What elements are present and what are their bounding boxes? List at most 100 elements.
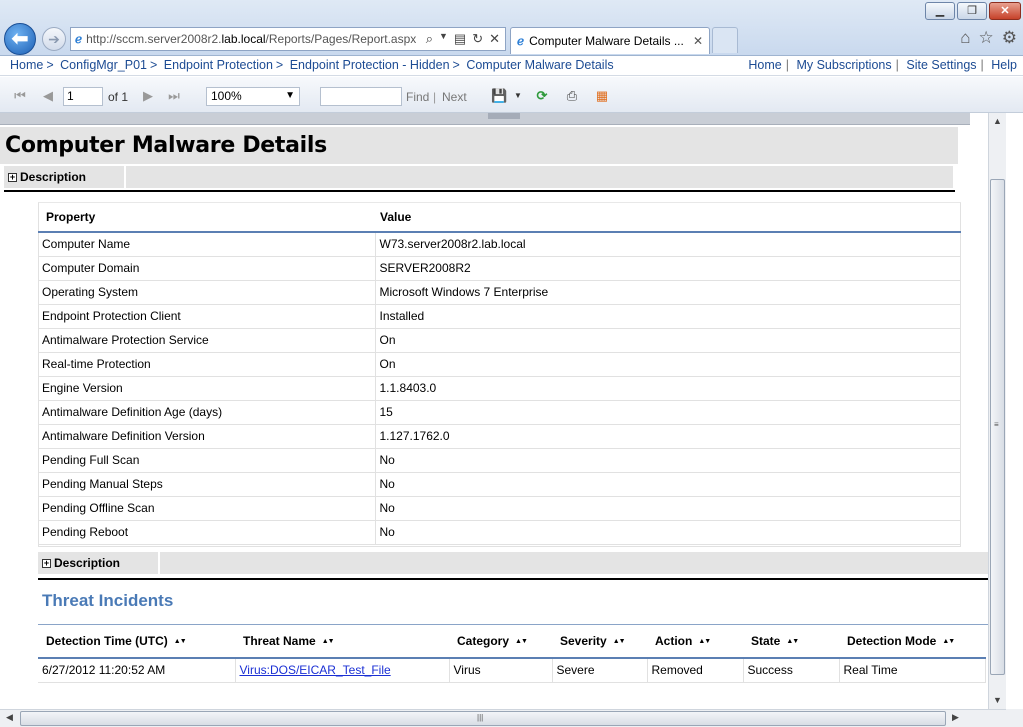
tools-gear-icon[interactable]: ⚙ xyxy=(1002,28,1017,48)
address-bar[interactable]: ℯ http://sccm.server2008r2.lab.local/Rep… xyxy=(70,27,506,51)
property-name: Antimalware Definition Version xyxy=(38,424,376,449)
sort-arrows-icon[interactable]: ▲▼ xyxy=(515,638,528,645)
browser-command-icons: ⌂ ☆ ⚙ xyxy=(960,28,1017,48)
tab-close-icon[interactable]: ✕ xyxy=(693,34,703,48)
sort-arrows-icon[interactable]: ▲▼ xyxy=(786,638,799,645)
column-header-label: Detection Time (UTC) xyxy=(46,634,168,648)
vertical-scrollbar[interactable]: ▲ ≡ ▼ xyxy=(988,113,1006,709)
breadcrumb-endpoint-protection-hidden[interactable]: Endpoint Protection - Hidden xyxy=(290,58,450,72)
threat-column-header[interactable]: Action ▲▼ xyxy=(647,625,743,659)
threat-column-header[interactable]: Detection Mode ▲▼ xyxy=(839,625,985,659)
tab-favicon: ℯ xyxy=(517,34,525,48)
threat-column-header[interactable]: State ▲▼ xyxy=(743,625,839,659)
property-name: Engine Version xyxy=(38,376,376,401)
zoom-value: 100% xyxy=(211,89,242,103)
forward-button[interactable]: ➔ xyxy=(42,27,66,51)
property-row: Antimalware Definition Version 1.127.1762… xyxy=(38,424,961,449)
properties-table: Property Value Computer Name W73.server20… xyxy=(38,202,961,545)
breadcrumb-current[interactable]: Computer Malware Details xyxy=(466,58,613,72)
dropdown-arrow-icon[interactable]: ▼ xyxy=(439,31,448,47)
properties-header-row: Property Value xyxy=(38,202,961,233)
next-button[interactable]: Next xyxy=(442,90,467,104)
home-icon[interactable]: ⌂ xyxy=(960,28,970,48)
value-column-header: Value xyxy=(375,202,961,233)
detection-time: 6/27/2012 11:20:52 AM xyxy=(38,658,236,683)
favorites-star-icon[interactable]: ☆ xyxy=(979,28,994,48)
print-icon[interactable]: ⎙ xyxy=(564,88,580,104)
report-content: Computer Malware Details + Description P… xyxy=(0,113,988,709)
compatibility-view-icon[interactable]: ▤ xyxy=(454,31,466,47)
previous-page-icon[interactable]: ◀ xyxy=(40,88,56,104)
property-name: Computer Domain xyxy=(38,256,376,281)
scroll-up-icon[interactable]: ▲ xyxy=(989,113,1006,130)
sort-arrows-icon[interactable]: ▲▼ xyxy=(698,638,711,645)
threats-table: Detection Time (UTC) ▲▼ Threat Name ▲▼ Categ… xyxy=(38,625,986,683)
stop-icon[interactable]: ✕ xyxy=(489,31,500,47)
property-row: Pending Full Scan No xyxy=(38,448,961,473)
column-header-label: Action xyxy=(655,634,693,648)
export-dropdown-icon[interactable]: ▼ xyxy=(510,88,526,104)
collapse-handle[interactable] xyxy=(488,113,520,119)
horizontal-scrollbar[interactable]: ◀ ||| ▶ xyxy=(0,709,1006,727)
window-controls: ▁ ❐ ✕ xyxy=(923,2,1021,20)
threat-name-link[interactable]: Virus:DOS/EICAR_Test_File xyxy=(240,663,391,677)
sort-arrows-icon[interactable]: ▲▼ xyxy=(322,638,335,645)
property-value: On xyxy=(375,328,961,353)
expand-plus-icon[interactable]: + xyxy=(8,172,17,182)
breadcrumb-configmgr[interactable]: ConfigMgr_P01 xyxy=(60,58,147,72)
property-value: 1.1.8403.0 xyxy=(375,376,961,401)
home-link[interactable]: Home xyxy=(748,58,781,72)
next-page-icon[interactable]: ▶ xyxy=(140,88,156,104)
help-link[interactable]: Help xyxy=(991,58,1017,72)
minimize-button[interactable]: ▁ xyxy=(925,2,955,20)
address-url[interactable]: http://sccm.server2008r2.lab.local/Repor… xyxy=(86,32,416,46)
find-input[interactable] xyxy=(320,87,402,106)
sort-arrows-icon[interactable]: ▲▼ xyxy=(174,638,187,645)
export-save-icon[interactable]: 💾 xyxy=(491,88,507,104)
parameters-collapse-strip[interactable] xyxy=(0,113,970,125)
scroll-down-icon[interactable]: ▼ xyxy=(989,692,1006,709)
restore-button[interactable]: ❐ xyxy=(957,2,987,20)
scroll-left-icon[interactable]: ◀ xyxy=(6,712,13,723)
property-row: Antimalware Protection Service On xyxy=(38,328,961,353)
property-name: Pending Full Scan xyxy=(38,448,376,473)
horizontal-scroll-thumb[interactable]: ||| xyxy=(20,711,946,726)
atom-feed-icon[interactable]: ▦ xyxy=(594,88,610,104)
refresh-icon[interactable]: ↻ xyxy=(472,31,483,47)
description-toggle[interactable]: + Description xyxy=(4,166,953,188)
first-page-icon[interactable]: ⏮ xyxy=(12,88,28,104)
find-button[interactable]: Find xyxy=(406,90,429,104)
sort-arrows-icon[interactable]: ▲▼ xyxy=(613,638,626,645)
property-row: Computer Domain SERVER2008R2 xyxy=(38,256,961,281)
action: Removed xyxy=(647,658,744,683)
breadcrumb-home[interactable]: Home xyxy=(10,58,43,72)
property-name: Antimalware Protection Service xyxy=(38,328,376,353)
property-value: Microsoft Windows 7 Enterprise xyxy=(375,280,961,305)
threat-column-header[interactable]: Severity ▲▼ xyxy=(552,625,647,659)
my-subscriptions-link[interactable]: My Subscriptions xyxy=(796,58,891,72)
threat-column-header[interactable]: Threat Name ▲▼ xyxy=(235,625,449,659)
refresh-report-icon[interactable]: ⟳ xyxy=(534,88,550,104)
property-row: Pending Reboot No xyxy=(38,520,961,545)
site-settings-link[interactable]: Site Settings xyxy=(906,58,976,72)
property-column-header: Property xyxy=(38,202,375,233)
search-icon[interactable]: ⌕ xyxy=(426,31,433,47)
breadcrumb-endpoint-protection[interactable]: Endpoint Protection xyxy=(164,58,273,72)
expand-plus-icon[interactable]: + xyxy=(42,558,51,568)
back-button[interactable]: ⬅ xyxy=(4,23,36,55)
sort-arrows-icon[interactable]: ▲▼ xyxy=(942,638,955,645)
scroll-right-icon[interactable]: ▶ xyxy=(952,712,959,723)
description-toggle-2[interactable]: + Description xyxy=(38,552,988,574)
category: Virus xyxy=(449,658,553,683)
page-number-input[interactable]: 1 xyxy=(63,87,103,106)
state: Success xyxy=(743,658,840,683)
zoom-select[interactable]: 100% ▼ xyxy=(206,87,300,106)
last-page-icon[interactable]: ⏭ xyxy=(166,88,182,104)
threat-column-header[interactable]: Category ▲▼ xyxy=(449,625,552,659)
vertical-scroll-thumb[interactable]: ≡ xyxy=(990,179,1005,675)
threat-column-header[interactable]: Detection Time (UTC) ▲▼ xyxy=(38,625,235,659)
close-window-button[interactable]: ✕ xyxy=(989,2,1021,20)
find-separator: | xyxy=(433,90,437,104)
new-tab-button[interactable] xyxy=(712,27,738,53)
browser-tab-active[interactable]: ℯ Computer Malware Details ... ✕ xyxy=(510,27,710,54)
